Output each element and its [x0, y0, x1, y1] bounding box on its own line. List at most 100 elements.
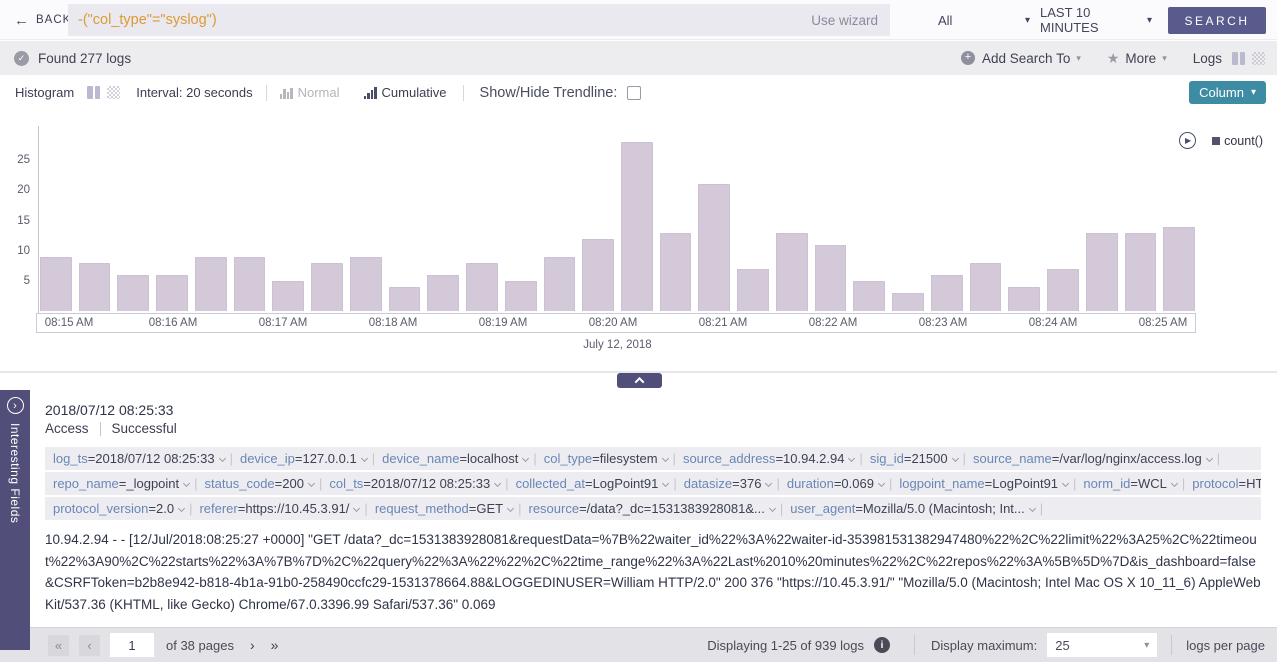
histogram-bar[interactable]: [466, 263, 498, 311]
histogram-bar[interactable]: [582, 239, 614, 311]
field-tag-datasize[interactable]: datasize=376: [684, 476, 775, 491]
collapse-histogram-button[interactable]: [617, 373, 662, 388]
histogram-bar[interactable]: [892, 293, 924, 311]
y-tick-label: 10: [17, 245, 30, 257]
histogram-bar[interactable]: [1047, 269, 1079, 311]
time-range-dropdown[interactable]: LAST 10 MINUTES ▾: [1040, 0, 1152, 40]
field-separator: |: [889, 476, 892, 491]
field-tag-sig_id[interactable]: sig_id=21500: [870, 451, 961, 466]
histogram-view-toggle-icon[interactable]: [87, 86, 100, 99]
cumulative-mode-button[interactable]: Cumulative: [382, 85, 447, 100]
previous-page-button[interactable]: ‹: [79, 635, 100, 656]
display-maximum-select[interactable]: 25 ▾: [1047, 633, 1157, 657]
field-tag-referer[interactable]: referer=https://10.45.3.91/: [199, 501, 362, 516]
cumulative-chart-icon: [364, 87, 377, 99]
histogram-bar[interactable]: [40, 257, 72, 311]
field-tag-resource[interactable]: resource=/data?_dc=1531383928081&...: [528, 501, 777, 516]
y-axis: 510152025: [0, 130, 32, 311]
histogram-bar[interactable]: [350, 257, 382, 311]
histogram-bar[interactable]: [1008, 287, 1040, 311]
divider: [100, 422, 101, 436]
legend-swatch: [1212, 137, 1220, 145]
histogram-bar[interactable]: [311, 263, 343, 311]
field-tag-device_ip[interactable]: device_ip=127.0.0.1: [240, 451, 370, 466]
histogram-bar[interactable]: [389, 287, 421, 311]
normal-chart-icon: [280, 87, 293, 99]
field-tag-log_ts[interactable]: log_ts=2018/07/12 08:25:33: [53, 451, 228, 466]
field-tag-user_agent[interactable]: user_agent=Mozilla/5.0 (Macintosh; Int..…: [790, 501, 1038, 516]
y-tick-label: 25: [17, 154, 30, 166]
field-tag-protocol_version[interactable]: protocol_version=2.0: [53, 501, 187, 516]
pages-total-label: of 38 pages: [166, 638, 234, 653]
histogram-bar[interactable]: [660, 233, 692, 311]
histogram-bar[interactable]: [79, 263, 111, 311]
histogram-bar[interactable]: [1125, 233, 1157, 311]
histogram-bar[interactable]: [853, 281, 885, 311]
field-row: repo_name=_logpoint|status_code=200|col_…: [45, 472, 1261, 495]
grid-view-toggle-icon[interactable]: [1252, 52, 1265, 65]
field-tag-source_name[interactable]: source_name=/var/log/nginx/access.log: [973, 451, 1215, 466]
field-separator: |: [319, 476, 322, 491]
histogram-bar[interactable]: [970, 263, 1002, 311]
field-tag-col_type[interactable]: col_type=filesystem: [544, 451, 671, 466]
first-page-button[interactable]: «: [48, 635, 69, 656]
field-separator: |: [673, 451, 676, 466]
y-tick-label: 15: [17, 215, 30, 227]
field-tag-col_ts[interactable]: col_ts=2018/07/12 08:25:33: [329, 476, 503, 491]
histogram-grid-toggle-icon[interactable]: [107, 86, 120, 99]
expand-sidebar-icon[interactable]: ›: [7, 397, 24, 414]
field-tag-logpoint_name[interactable]: logpoint_name=LogPoint91: [899, 476, 1071, 491]
x-axis: 08:15 AM08:16 AM08:17 AM08:18 AM08:19 AM…: [36, 313, 1196, 333]
field-tag-status_code[interactable]: status_code=200: [205, 476, 317, 491]
field-tag-duration[interactable]: duration=0.069: [787, 476, 887, 491]
histogram-bar[interactable]: [117, 275, 149, 311]
trendline-checkbox[interactable]: [627, 86, 641, 100]
field-tag-norm_id[interactable]: norm_id=WCL: [1083, 476, 1179, 491]
scope-dropdown[interactable]: All ▾: [938, 0, 1030, 40]
last-page-button[interactable]: »: [271, 637, 279, 653]
histogram-bar[interactable]: [621, 142, 653, 311]
histogram-bar[interactable]: [272, 281, 304, 311]
field-separator: |: [364, 501, 367, 516]
page-number-input[interactable]: [110, 633, 154, 657]
histogram-bar[interactable]: [1163, 227, 1195, 311]
list-view-toggle-icon[interactable]: [1232, 52, 1245, 65]
chart-type-button[interactable]: Column ▾: [1189, 81, 1266, 104]
histogram-bar[interactable]: [544, 257, 576, 311]
field-separator: |: [1073, 476, 1076, 491]
normal-mode-button[interactable]: Normal: [298, 85, 340, 100]
field-tag-collected_at[interactable]: collected_at=LogPoint91: [516, 476, 672, 491]
use-wizard-link[interactable]: Use wizard: [811, 13, 890, 28]
add-search-to-button[interactable]: Add Search To: [982, 51, 1070, 66]
per-page-label: logs per page: [1186, 638, 1265, 653]
field-tag-protocol[interactable]: protocol=HTTP: [1192, 476, 1261, 491]
back-arrow-icon: ←: [14, 12, 29, 29]
histogram-bar[interactable]: [234, 257, 266, 311]
histogram-bar[interactable]: [156, 275, 188, 311]
histogram-bar[interactable]: [1086, 233, 1118, 311]
field-separator: |: [505, 476, 508, 491]
more-button[interactable]: More: [1125, 51, 1156, 66]
histogram-bar[interactable]: [815, 245, 847, 311]
field-tag-device_name[interactable]: device_name=localhost: [382, 451, 531, 466]
histogram-bar[interactable]: [195, 257, 227, 311]
search-button[interactable]: SEARCH: [1168, 7, 1266, 34]
field-tag-request_method[interactable]: request_method=GET: [375, 501, 516, 516]
info-icon[interactable]: i: [874, 637, 890, 653]
star-icon: ★: [1107, 50, 1120, 67]
interesting-fields-sidebar[interactable]: › Interesting Fields: [0, 390, 30, 650]
histogram-bar[interactable]: [737, 269, 769, 311]
search-query-input[interactable]: [68, 12, 811, 28]
field-tag-repo_name[interactable]: repo_name=_logpoint: [53, 476, 192, 491]
field-separator: |: [1182, 476, 1185, 491]
histogram-bar[interactable]: [931, 275, 963, 311]
back-button[interactable]: ← BACK: [14, 0, 71, 40]
histogram-bar[interactable]: [427, 275, 459, 311]
histogram-bar[interactable]: [698, 184, 730, 311]
next-page-button[interactable]: ›: [250, 637, 255, 653]
x-tick-label: 08:24 AM: [1023, 317, 1083, 329]
histogram-bar[interactable]: [505, 281, 537, 311]
histogram-bar[interactable]: [776, 233, 808, 311]
play-icon[interactable]: ▶: [1179, 132, 1196, 149]
field-tag-source_address[interactable]: source_address=10.94.2.94: [683, 451, 858, 466]
